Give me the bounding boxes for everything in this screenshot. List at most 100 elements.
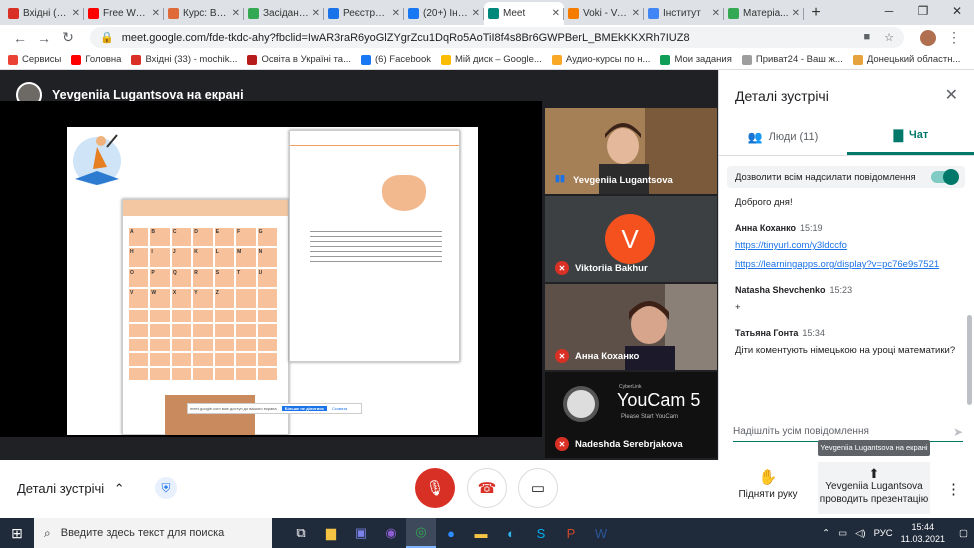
participant-tile-4[interactable]: CyberLink YouCam 5 Please Start YouCam ✕…	[545, 372, 717, 458]
edge-icon[interactable]: ◐	[496, 518, 526, 548]
close-tab-icon[interactable]: ✕	[470, 8, 480, 19]
close-tab-icon[interactable]: ✕	[710, 8, 720, 19]
bookmark-favicon-icon	[361, 54, 372, 65]
tab-2[interactable]: Курс: Ви... ✕	[164, 2, 244, 25]
tab-favicon-icon	[88, 8, 99, 19]
network-icon[interactable]: ▭	[838, 528, 847, 539]
windows-start-icon[interactable]: ⊞	[0, 525, 34, 542]
tab-chat-label: Чат	[909, 129, 929, 141]
camera-button[interactable]: ▭	[518, 468, 558, 508]
tab-4[interactable]: Реєстрац... ✕	[324, 2, 404, 25]
grid-cell	[129, 324, 149, 337]
powerpoint-icon[interactable]: P	[556, 518, 586, 548]
bookmark-favicon-icon	[71, 54, 82, 65]
grid-cell	[193, 367, 213, 380]
notifications-icon[interactable]: ▢	[959, 528, 968, 539]
tab-8[interactable]: Інститут ✕	[644, 2, 724, 25]
chat-scrollbar[interactable]	[967, 315, 972, 405]
participant-name-4: ✕ Nadeshda Serebrjakova	[555, 437, 683, 451]
close-tab-icon[interactable]: ✕	[310, 8, 320, 19]
close-tab-icon[interactable]: ✕	[790, 8, 800, 19]
url-input[interactable]: 🔒 meet.google.com/fde-tkdc-ahy?fbclid=Iw…	[90, 27, 904, 48]
bookmark-item[interactable]: Мій диск – Google...	[441, 54, 542, 65]
minimize-icon[interactable]: ─	[872, 0, 906, 25]
task-view-icon[interactable]: ⧉	[286, 518, 316, 548]
leave-call-button[interactable]: ☎	[467, 468, 507, 508]
close-window-icon[interactable]: ✕	[940, 0, 974, 25]
bookmark-star-icon[interactable]: ☆	[884, 31, 894, 44]
present-line-2: проводить презентацію	[819, 494, 929, 505]
close-tab-icon[interactable]: ✕	[390, 8, 400, 19]
message-link[interactable]: https://learningapps.org/display?v=pc76e…	[735, 259, 939, 270]
participant-tile-3[interactable]: ✕ Анна Коханко	[545, 284, 717, 370]
send-icon[interactable]: ➤	[953, 425, 963, 439]
close-tab-icon[interactable]: ✕	[70, 8, 80, 19]
tab-0[interactable]: Вхідні (2... ✕	[4, 2, 84, 25]
meeting-details-button[interactable]: Деталі зустрічі ⌃	[17, 481, 125, 497]
bookmark-item[interactable]: Сервисы	[8, 54, 61, 65]
chrome-icon[interactable]: ◎	[406, 518, 436, 548]
shield-icon[interactable]: ⛨	[155, 477, 177, 499]
bookmark-item[interactable]: Вхідні (33) - mochik...	[131, 54, 237, 65]
hide-notice-button[interactable]: Сховати	[332, 406, 347, 411]
sender-name: Анна Коханко	[735, 223, 796, 233]
lock-icon[interactable]: 🔒	[100, 31, 114, 44]
taskbar-search[interactable]: ⌕ Введите здесь текст для поиска	[34, 518, 272, 548]
volume-icon[interactable]: ◁)	[855, 528, 865, 539]
bookmark-item[interactable]: (6) Facebook	[361, 54, 431, 65]
message-link[interactable]: https://tinyurl.com/y3ldccfo	[735, 240, 847, 251]
viber-icon[interactable]: ◉	[376, 518, 406, 548]
close-tab-icon[interactable]: ✕	[630, 8, 640, 19]
allow-messages-toggle[interactable]	[931, 169, 959, 185]
raise-hand-button[interactable]: ✋ Підняти руку	[733, 468, 803, 500]
microphone-off-button[interactable]: 🎙	[415, 468, 455, 508]
presenting-button[interactable]: ⬆ Yevgeniia Lugantsova проводить презент…	[818, 462, 930, 514]
zoom-icon[interactable]: ●	[436, 518, 466, 548]
bookmark-item[interactable]: Освіта в Україні та...	[247, 54, 351, 65]
bookmark-item[interactable]: Головна	[71, 54, 121, 65]
tab-3[interactable]: Засіданн... ✕	[244, 2, 324, 25]
participant-tile-1[interactable]: ▮▮ Yevgeniia Lugantsova	[545, 108, 717, 194]
reload-icon[interactable]: ↻	[56, 29, 80, 46]
tab-6[interactable]: Meet ✕	[484, 2, 564, 25]
grid-cell: U	[257, 268, 277, 288]
close-panel-icon[interactable]: ✕	[945, 85, 958, 105]
chat-input[interactable]: Надішліть усім повідомлення ➤	[733, 422, 963, 442]
maximize-icon[interactable]: ❐	[906, 0, 940, 25]
file-explorer-icon[interactable]: ▆	[316, 518, 346, 548]
profile-avatar[interactable]	[920, 29, 936, 46]
back-icon[interactable]: ←	[8, 30, 32, 46]
camera-indicator-icon[interactable]: ■	[863, 31, 870, 44]
bookmark-item[interactable]: Аудио-курсы по н...	[551, 54, 650, 65]
tab-chat[interactable]: ▇ Чат	[847, 118, 974, 155]
teams-icon[interactable]: ▣	[346, 518, 376, 548]
present-line-1: Yevgeniia Lugantsova	[825, 481, 923, 492]
grid-cell: W	[150, 289, 170, 308]
folder-icon[interactable]: ▬	[466, 518, 496, 548]
tab-7[interactable]: Voki - Vo... ✕	[564, 2, 644, 25]
worksheet-photo	[165, 395, 255, 435]
taskbar-clock[interactable]: 15:44 11.03.2021	[901, 521, 945, 545]
forward-icon[interactable]: →	[32, 30, 56, 46]
language-indicator[interactable]: РУС	[874, 528, 893, 539]
bookmark-item[interactable]: Мои задания	[660, 54, 732, 65]
word-icon[interactable]: W	[586, 518, 616, 548]
more-options-icon[interactable]: ⋮	[946, 480, 961, 498]
grid-cell	[193, 353, 213, 366]
close-tab-icon[interactable]: ✕	[230, 8, 240, 19]
tray-chevron-icon[interactable]: ⌃	[822, 528, 830, 539]
close-tab-icon[interactable]: ✕	[550, 8, 560, 19]
tab-9[interactable]: Матеріа... ✕	[724, 2, 804, 25]
tab-1[interactable]: Free Web...✕	[84, 2, 164, 25]
new-tab-button[interactable]: +	[804, 2, 828, 25]
bookmark-item[interactable]: Приват24 - Ваш ж...	[741, 54, 843, 65]
bookmark-item[interactable]: Донецький областн...	[852, 54, 960, 65]
chat-sender: Анна Коханко 15:19	[735, 223, 967, 233]
tab-5[interactable]: (20+) Інш... ✕	[404, 2, 484, 25]
participant-tile-2[interactable]: V ✕ Viktoriia Bakhur	[545, 196, 717, 282]
skype-icon[interactable]: S	[526, 518, 556, 548]
tab-people[interactable]: 👥 Люди (11)	[719, 118, 847, 155]
stop-sharing-button[interactable]: Більше не ділитися	[281, 406, 327, 411]
close-tab-icon[interactable]: ✕	[150, 8, 160, 19]
menu-kebab-icon[interactable]: ⋮	[942, 29, 966, 46]
